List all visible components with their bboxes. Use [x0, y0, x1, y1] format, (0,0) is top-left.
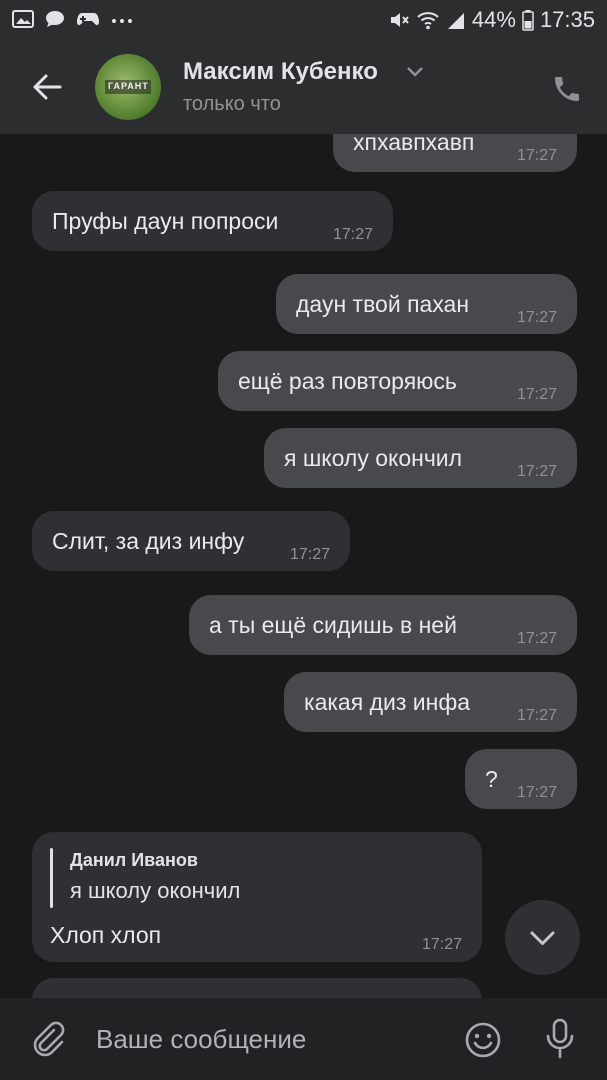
- phone-icon[interactable]: [551, 73, 583, 105]
- message-text: Хлоп хлоп: [50, 922, 162, 948]
- avatar[interactable]: ГАРАНТ: [95, 54, 161, 120]
- message-time: 17:27: [421, 936, 462, 953]
- message-text: Слит, за диз инфу: [52, 528, 245, 554]
- back-arrow-icon[interactable]: [30, 70, 64, 104]
- mute-icon: [390, 13, 409, 27]
- scroll-down-button[interactable]: [505, 900, 580, 975]
- reply-message-bubble[interactable]: Данил Иванов я школу окончил Хлоп хлоп 1…: [32, 832, 482, 962]
- message-bubble-outgoing[interactable]: даун твой пахан 17:27: [276, 274, 577, 334]
- contact-status: только что: [183, 93, 281, 115]
- status-bar: 44% 17:35: [0, 0, 607, 42]
- message-text: Пруфы даун попроси: [52, 208, 279, 234]
- message-bubble-incoming[interactable]: Слит, за диз инфу 17:27: [32, 511, 350, 571]
- message-time: 17:27: [516, 784, 557, 801]
- status-left-icons: [12, 9, 134, 29]
- message-text: даун твой пахан: [296, 291, 470, 317]
- message-time: 17:27: [516, 147, 557, 164]
- quote-bar: [50, 848, 53, 908]
- quoted-text: я школу окончил: [70, 878, 241, 903]
- more-dots-icon: [112, 19, 132, 23]
- message-bubble-outgoing[interactable]: какая диз инфа 17:27: [284, 672, 577, 732]
- wifi-icon: [417, 12, 439, 30]
- message-text: хпхавпхавп: [353, 134, 475, 155]
- message-time: 17:27: [516, 707, 557, 724]
- message-time: 17:27: [516, 463, 557, 480]
- gallery-icon: [12, 10, 34, 28]
- message-bubble-incoming[interactable]: Пруфы даун попроси 17:27: [32, 191, 393, 251]
- message-time: 17:27: [332, 226, 373, 243]
- message-text: какая диз инфа: [304, 689, 471, 715]
- message-bubble-outgoing[interactable]: а ты ещё сидишь в ней 17:27: [189, 595, 577, 655]
- chevron-down-icon: [530, 931, 555, 945]
- message-time: 17:27: [516, 386, 557, 403]
- message-time: 17:27: [516, 309, 557, 326]
- game-controller-icon: [77, 13, 99, 26]
- quoted-author: Данил Иванов: [70, 850, 198, 870]
- microphone-icon[interactable]: [543, 1018, 577, 1060]
- message-time: 17:27: [289, 546, 330, 563]
- message-text: ещё раз повторяюсь: [238, 368, 457, 394]
- message-text: ?: [485, 766, 498, 792]
- message-input[interactable]: Ваше сообщение: [96, 1024, 306, 1055]
- chevron-down-icon[interactable]: [406, 66, 424, 78]
- avatar-logo-text: ГАРАНТ: [108, 81, 149, 91]
- battery-percent: 44%: [471, 7, 516, 32]
- message-text: а ты ещё сидишь в ней: [209, 612, 457, 638]
- message-bubble-outgoing[interactable]: я школу окончил 17:27: [264, 428, 577, 488]
- signal-icon: [447, 13, 464, 29]
- clock: 17:35: [539, 7, 595, 32]
- chat-header: ГАРАНТ Максим Кубенко только что: [0, 42, 607, 134]
- message-list[interactable]: хпхавпхавп 17:27 Пруфы даун попроси 17:2…: [0, 134, 607, 998]
- contact-name[interactable]: Максим Кубенко: [183, 58, 378, 86]
- message-bubble-outgoing[interactable]: ещё раз повторяюсь 17:27: [218, 351, 577, 411]
- battery-icon: [522, 10, 534, 31]
- message-text: я школу окончил: [284, 445, 463, 471]
- smile-icon[interactable]: [463, 1020, 503, 1060]
- status-right: 44% 17:35: [388, 7, 595, 33]
- composer-bar: Ваше сообщение: [0, 998, 607, 1080]
- chat-bubble-icon: [46, 11, 64, 27]
- paperclip-icon[interactable]: [30, 1020, 66, 1060]
- message-bubble-outgoing[interactable]: ? 17:27: [465, 749, 577, 809]
- message-bubble-partial[interactable]: [32, 978, 482, 998]
- message-bubble-outgoing[interactable]: хпхавпхавп 17:27: [333, 134, 577, 172]
- message-time: 17:27: [516, 630, 557, 647]
